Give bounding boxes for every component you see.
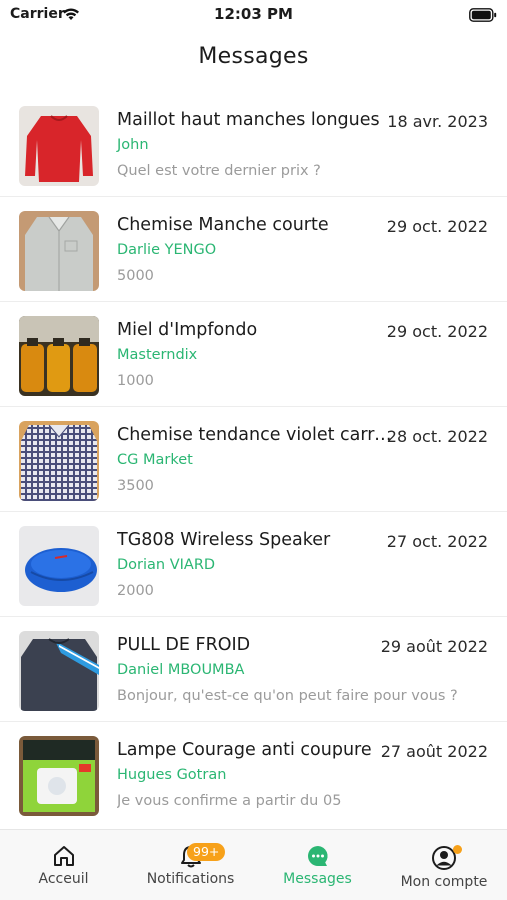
conversation-sender: CG Market (117, 452, 193, 468)
conversation-title: Maillot haut manches longues (117, 110, 380, 130)
home-icon (52, 844, 76, 872)
conversation-sender: John (117, 137, 149, 153)
conversation-date: 18 avr. 2023 (387, 112, 488, 131)
tab-label: Messages (283, 871, 352, 887)
conversation-sender: Daniel MBOUMBA (117, 662, 245, 678)
tab-account[interactable]: Mon compte (381, 830, 507, 900)
conversation-date: 29 oct. 2022 (386, 217, 488, 236)
tab-home[interactable]: Acceuil (0, 830, 127, 900)
conversation-date: 28 oct. 2022 (386, 427, 488, 446)
product-thumbnail (19, 421, 99, 501)
conversation-item[interactable]: Miel d'Impfondo 29 oct. 2022 Masterndix … (0, 302, 507, 407)
conversation-date: 29 août 2022 (380, 637, 488, 656)
conversation-item[interactable]: Lampe Courage anti coupure 27 août 2022 … (0, 722, 507, 827)
notification-badge: 99+ (187, 843, 226, 861)
conversation-sender: Dorian VIARD (117, 557, 216, 573)
conversation-title: Chemise tendance violet carreaux (117, 425, 395, 445)
conversation-title: TG808 Wireless Speaker (117, 530, 331, 550)
conversation-item[interactable]: TG808 Wireless Speaker 27 oct. 2022 Dori… (0, 512, 507, 617)
product-thumbnail (19, 211, 99, 291)
conversation-preview: Quel est votre dernier prix ? (117, 163, 321, 179)
conversation-title: Lampe Courage anti coupure (117, 740, 372, 760)
tab-label: Acceuil (38, 871, 89, 887)
conversation-sender: Darlie YENGO (117, 242, 217, 258)
conversation-preview: 5000 (117, 268, 154, 284)
product-thumbnail (19, 631, 99, 711)
conversation-item[interactable]: Chemise tendance violet carreaux 28 oct.… (0, 407, 507, 512)
battery-icon (469, 7, 497, 26)
conversation-item[interactable]: Maillot haut manches longues 18 avr. 202… (0, 92, 507, 197)
conversation-sender: Hugues Gotran (117, 767, 227, 783)
product-thumbnail (19, 316, 99, 396)
product-thumbnail (19, 106, 99, 186)
conversation-preview: 1000 (117, 373, 154, 389)
tab-label: Notifications (146, 871, 235, 887)
status-bar: Carrier 12:03 PM (0, 0, 507, 30)
bottom-tab-bar: Acceuil 99+ Notifications Messages Mon c… (0, 829, 507, 900)
tab-messages[interactable]: Messages (254, 830, 381, 900)
conversation-title: PULL DE FROID (117, 635, 251, 655)
conversation-preview: 3500 (117, 478, 154, 494)
conversation-preview: Je vous confirme a partir du 05 (117, 793, 342, 809)
conversation-date: 27 août 2022 (380, 742, 488, 761)
conversation-title: Chemise Manche courte (117, 215, 329, 235)
conversation-preview: Bonjour, qu'est-ce qu'on peut faire pour… (117, 688, 458, 704)
conversation-item[interactable]: PULL DE FROID 29 août 2022 Daniel MBOUMB… (0, 617, 507, 722)
status-time: 12:03 PM (214, 5, 293, 23)
account-alert-dot (453, 845, 462, 854)
conversation-date: 29 oct. 2022 (386, 322, 488, 341)
conversation-title: Miel d'Impfondo (117, 320, 258, 340)
conversation-date: 27 oct. 2022 (386, 532, 488, 551)
conversation-preview: 2000 (117, 583, 154, 599)
page-title: Messages (198, 44, 309, 69)
conversation-item[interactable]: Chemise Manche courte 29 oct. 2022 Darli… (0, 197, 507, 302)
tab-label: Mon compte (400, 874, 488, 890)
conversation-sender: Masterndix (117, 347, 198, 363)
tab-notifications[interactable]: 99+ Notifications (127, 830, 254, 900)
conversation-list: Maillot haut manches longues 18 avr. 202… (0, 92, 507, 827)
product-thumbnail (19, 526, 99, 606)
chat-bubble-icon (306, 844, 330, 872)
product-thumbnail (19, 736, 99, 816)
